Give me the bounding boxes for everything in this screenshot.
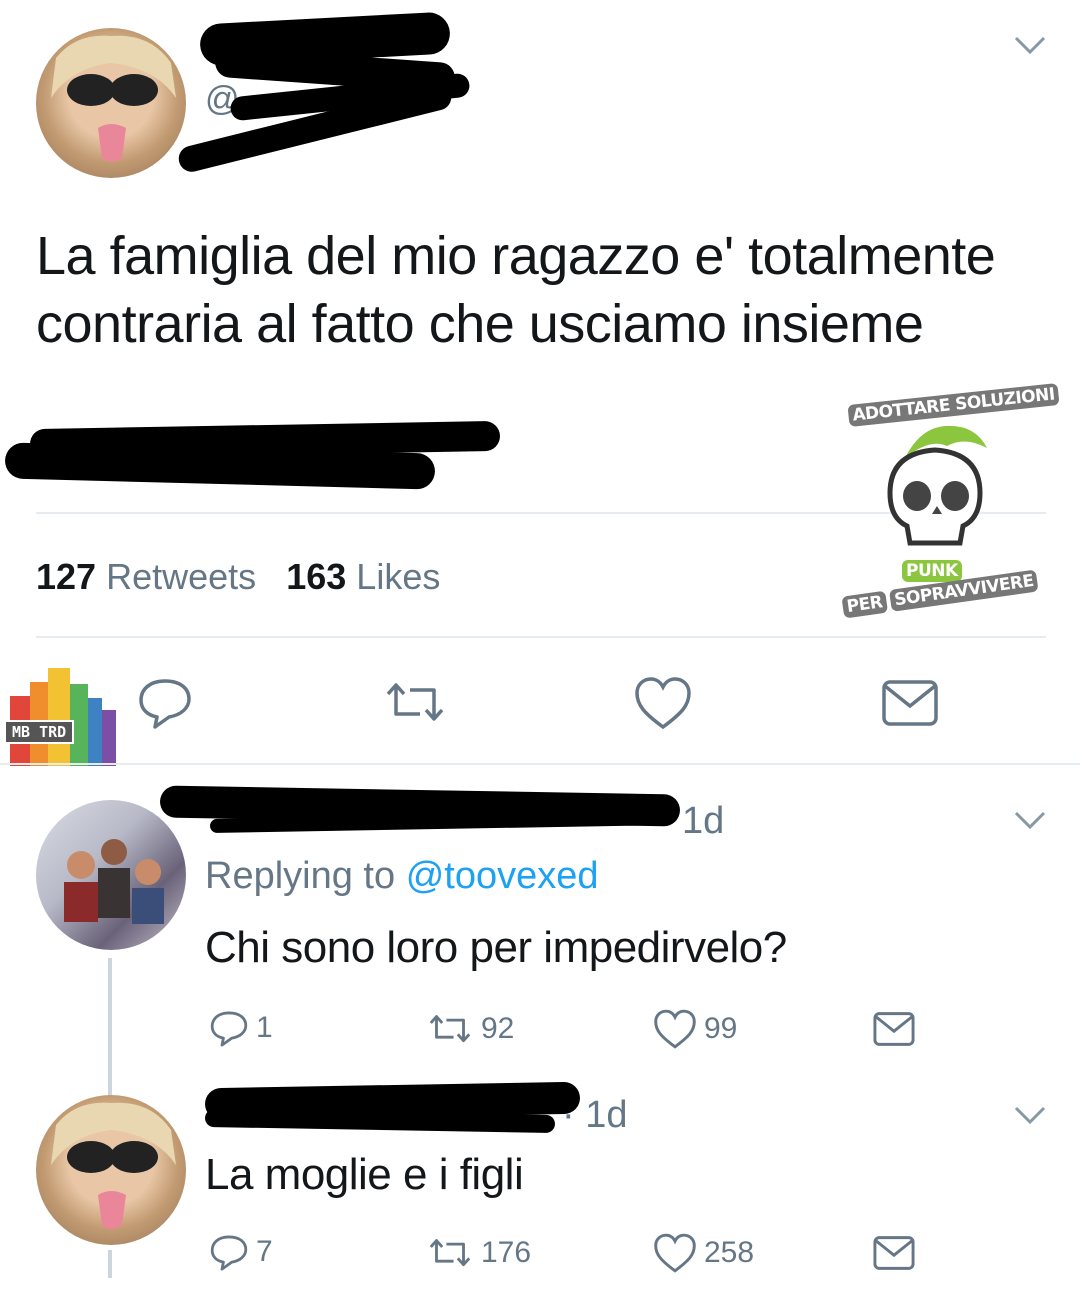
watermark-bottom-a: PER: [841, 590, 888, 619]
dm-icon: [873, 1012, 915, 1046]
retweets-stat[interactable]: 127 Retweets 163 Likes: [36, 556, 440, 598]
watermark-mbtrd-text: MB TRD: [4, 720, 75, 744]
divider: [0, 763, 1080, 765]
reply1-time: 1d: [682, 800, 725, 842]
reply1-retweet-count: 92: [481, 1012, 515, 1045]
dm-icon: [873, 1236, 915, 1270]
likes-count: 163: [286, 556, 347, 597]
reply1-avatar[interactable]: [36, 800, 186, 950]
retweets-label: Retweets: [106, 556, 257, 597]
reply1-like-button[interactable]: 99: [652, 1008, 737, 1050]
dm-icon: [882, 680, 938, 726]
reply1-reply-button[interactable]: 1: [208, 1008, 273, 1048]
chevron-down-icon[interactable]: [1010, 1100, 1050, 1135]
watermark-middle-text: PUNK: [902, 560, 962, 582]
retweet-icon: [386, 683, 444, 721]
mbtrd-watermark: MB TRD: [0, 668, 125, 768]
thread-line: [108, 958, 112, 1098]
replying-handle[interactable]: @toovexed: [406, 855, 599, 897]
reply2-reply-button[interactable]: 7: [208, 1232, 273, 1272]
skull-icon: [887, 425, 987, 546]
reply1-like-count: 99: [704, 1012, 738, 1045]
reply1-replying-to: Replying to @toovexed: [205, 855, 599, 898]
punk-watermark: ADOTTARE SOLUZIONI PUNK PER SOPRAVVIVERE: [840, 383, 1060, 628]
reply2-like-count: 258: [704, 1236, 755, 1269]
reply1-text: Chi sono loro per impedirvelo?: [205, 923, 787, 972]
likes-label: Likes: [356, 556, 441, 597]
chevron-down-icon[interactable]: [1010, 30, 1050, 69]
retweets-count: 127: [36, 556, 97, 597]
replying-prefix: Replying to: [205, 855, 396, 897]
reply-icon: [210, 1235, 248, 1271]
chevron-down-icon[interactable]: [1010, 805, 1050, 840]
retweet-icon: [429, 1239, 471, 1267]
like-button[interactable]: [632, 675, 694, 736]
reply2-retweet-button[interactable]: 176: [425, 1236, 531, 1270]
reply-button[interactable]: [135, 675, 195, 735]
retweet-button[interactable]: [380, 680, 450, 730]
like-icon: [635, 677, 691, 730]
thread-line: [108, 1250, 112, 1278]
like-icon: [654, 1009, 696, 1049]
like-icon: [654, 1233, 696, 1273]
divider: [36, 636, 1046, 638]
reply2-time: · 1d: [562, 1094, 628, 1136]
reply-icon: [210, 1011, 248, 1047]
author-avatar[interactable]: [36, 28, 186, 178]
reply2-dm-button[interactable]: [872, 1234, 916, 1277]
tweet-text: La famiglia del mio ragazzo e' totalment…: [36, 226, 996, 354]
reply1-retweet-button[interactable]: 92: [425, 1012, 514, 1046]
reply2-text: La moglie e i figli: [205, 1150, 524, 1199]
reply2-reply-count: 7: [256, 1235, 273, 1268]
reply2-retweet-count: 176: [481, 1236, 532, 1269]
reply1-dm-button[interactable]: [872, 1010, 916, 1053]
reply-icon: [139, 679, 191, 729]
retweet-icon: [429, 1015, 471, 1043]
reply1-reply-count: 1: [256, 1011, 273, 1044]
reply2-avatar[interactable]: [36, 1095, 186, 1245]
dm-button[interactable]: [880, 678, 940, 733]
reply2-like-button[interactable]: 258: [652, 1232, 754, 1274]
